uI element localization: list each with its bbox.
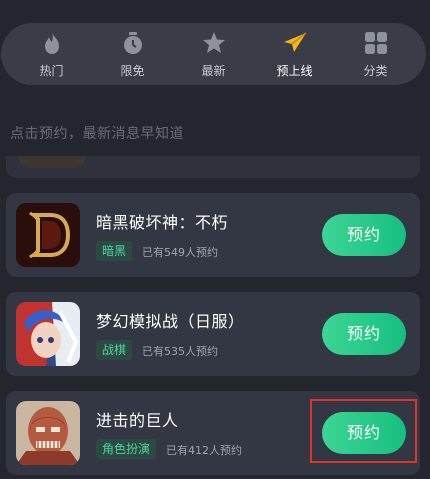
langrisser-icon (16, 302, 80, 366)
partial-app-icon (19, 156, 85, 168)
tab-latest[interactable]: 最新 (182, 26, 246, 82)
reserve-button[interactable]: 预约 (322, 214, 406, 256)
partial-card (6, 156, 420, 178)
game-title: 梦幻模拟战（日服） (96, 312, 245, 331)
game-card[interactable]: 梦幻模拟战（日服） 战棋 已有535人预约 预约 (6, 292, 420, 376)
tab-bar: 热门 限免 最新 预上线 分类 (1, 23, 426, 85)
genre-tag: 战棋 (96, 340, 133, 360)
reservation-count: 已有535人预约 (142, 345, 218, 358)
game-card[interactable]: 暗黑破坏神：不朽 暗黑 已有549人预约 预约 (6, 193, 420, 277)
stopwatch-icon (120, 30, 146, 56)
tab-hot[interactable]: 热门 (20, 26, 84, 82)
reservation-hint: 点击预约，最新消息早知道 (10, 126, 184, 142)
titan-icon (16, 401, 80, 465)
game-title: 暗黑破坏神：不朽 (96, 213, 229, 232)
reserve-button[interactable]: 预约 (322, 313, 406, 355)
genre-tag: 暗黑 (96, 241, 133, 261)
diablo-icon (16, 203, 80, 267)
paper-plane-icon (282, 30, 308, 56)
highlight-box (310, 399, 417, 463)
star-icon (201, 30, 227, 56)
tab-free[interactable]: 限免 (101, 26, 165, 82)
tab-hot-label: 热门 (39, 63, 64, 78)
tab-upcoming[interactable]: 预上线 (263, 26, 327, 82)
reservation-count: 已有549人预约 (142, 246, 218, 259)
tab-free-label: 限免 (120, 63, 145, 78)
tab-upcoming-label: 预上线 (276, 63, 313, 78)
flame-icon (39, 30, 65, 56)
reservation-count: 已有412人预约 (166, 444, 242, 457)
tab-category[interactable]: 分类 (344, 26, 408, 82)
game-title: 进击的巨人 (96, 411, 179, 430)
tab-category-label: 分类 (363, 63, 388, 78)
genre-tag: 角色扮演 (96, 439, 157, 459)
grid-icon (363, 30, 389, 56)
tab-latest-label: 最新 (201, 63, 226, 78)
